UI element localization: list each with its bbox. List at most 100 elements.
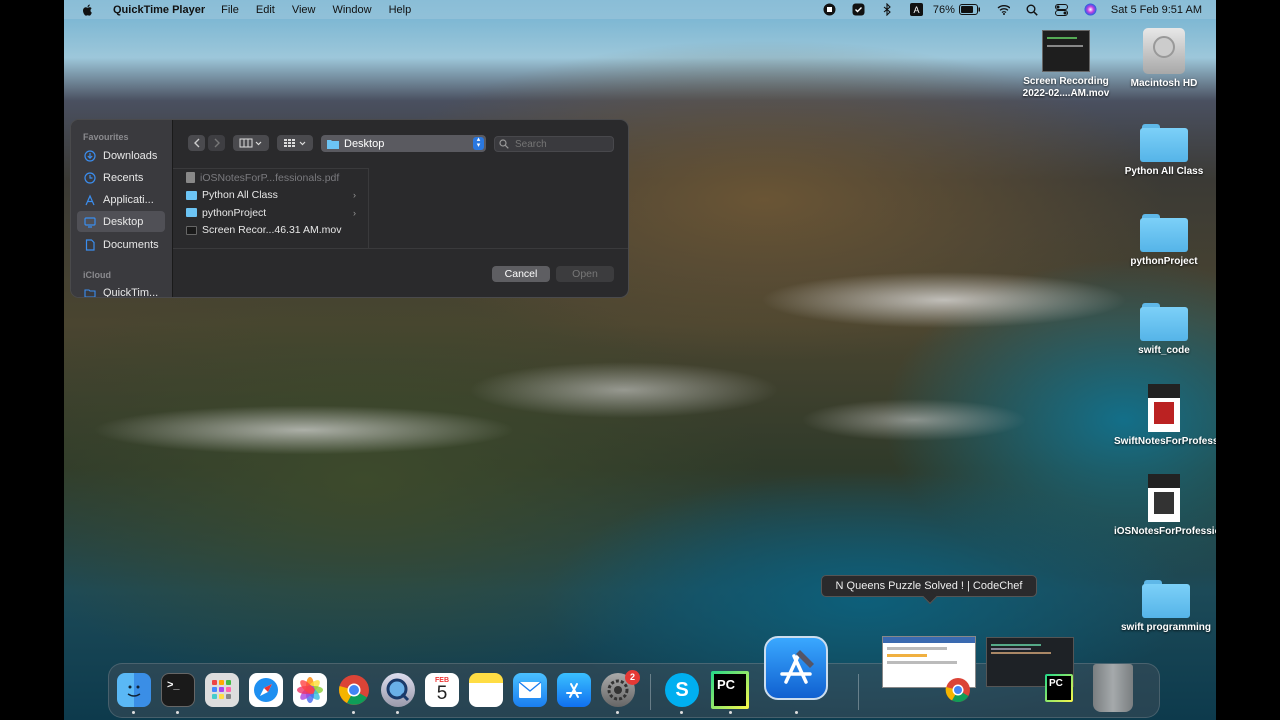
- terminal-icon[interactable]: >_: [161, 673, 195, 707]
- pycharm-icon[interactable]: PC: [711, 671, 749, 709]
- file-row-ios-notes[interactable]: iOSNotesForP...fessionals.pdf: [173, 169, 368, 187]
- checkmark-shield-icon[interactable]: [852, 3, 865, 16]
- chevron-updown-icon: ▴ ▾: [473, 136, 484, 150]
- control-center-icon[interactable]: [1054, 3, 1068, 16]
- finder-icon[interactable]: [117, 673, 151, 707]
- open-file-dialog: Favourites Downloads Recents Applicati..…: [70, 119, 629, 298]
- desktop-icon-macintosh-hd[interactable]: Macintosh HD: [1114, 28, 1214, 90]
- mail-icon[interactable]: [513, 673, 547, 707]
- sidebar-item-quicktime[interactable]: QuickTim...: [77, 282, 165, 297]
- file-name: iOSNotesForP...fessionals.pdf: [200, 171, 340, 184]
- chevron-right-icon: ›: [353, 207, 356, 218]
- dock: >_ FEB 5 2 S PC PC: [108, 636, 1160, 718]
- sidebar-item-applications[interactable]: Applicati...: [77, 189, 165, 210]
- grid-icon: [284, 139, 306, 147]
- sidebar-item-documents[interactable]: Documents: [77, 234, 165, 255]
- siri-icon[interactable]: [1084, 3, 1097, 16]
- bluetooth-icon[interactable]: [881, 3, 894, 16]
- file-row-screen-recording[interactable]: Screen Recor...46.31 AM.mov: [173, 222, 368, 240]
- applications-icon: [85, 194, 95, 205]
- desktop-icon-swift-programming[interactable]: swift programming: [1116, 580, 1216, 634]
- view-mode-button[interactable]: [233, 135, 269, 151]
- input-source-icon[interactable]: A: [909, 3, 923, 16]
- search-icon[interactable]: [1026, 3, 1039, 16]
- folder-icon: [1140, 124, 1188, 162]
- desktop-icon-label: Macintosh HD: [1130, 78, 1198, 89]
- clock-icon: [84, 171, 96, 184]
- back-button[interactable]: [188, 135, 205, 151]
- desktop-icon-swift-code[interactable]: swift_code: [1114, 303, 1214, 357]
- desktop-icon-python-project[interactable]: pythonProject: [1114, 214, 1214, 268]
- file-name: Python All Class: [202, 189, 278, 202]
- file-list: iOSNotesForP...fessionals.pdf Python All…: [173, 168, 369, 248]
- desktop-icon-swift-notes-pdf[interactable]: SwiftNotesForProfessionals.pdf: [1114, 384, 1216, 448]
- cancel-button[interactable]: Cancel: [492, 266, 550, 282]
- sidebar-item-label: Documents: [103, 238, 159, 251]
- desktop: QuickTime Player File Edit View Window H…: [64, 0, 1216, 720]
- battery-percent: 76%: [932, 3, 955, 16]
- search-input[interactable]: [515, 138, 610, 150]
- pdf-icon: [1148, 384, 1180, 432]
- pycharm-window-badge-icon: PC: [1045, 674, 1073, 702]
- location-label: Desktop: [344, 137, 385, 150]
- desktop-icon-python-all-class[interactable]: Python All Class: [1114, 124, 1214, 178]
- desktop-icon-label: iOSNotesForProfessionals.pdf: [1114, 526, 1216, 537]
- file-row-python-all-class[interactable]: Python All Class ›: [173, 187, 368, 205]
- skype-icon[interactable]: S: [665, 673, 699, 707]
- stop-recording-icon[interactable]: [823, 3, 836, 16]
- pdf-icon: [186, 172, 195, 184]
- sidebar-item-label: Applicati...: [103, 193, 154, 206]
- launchpad-icon[interactable]: [205, 673, 239, 707]
- file-name: pythonProject: [202, 206, 267, 219]
- calendar-day: 5: [436, 683, 448, 704]
- menu-file[interactable]: File: [221, 4, 239, 16]
- app-name-menu[interactable]: QuickTime Player: [113, 4, 205, 16]
- trash-icon[interactable]: [1093, 664, 1133, 712]
- chrome-icon[interactable]: [337, 673, 371, 707]
- system-preferences-icon[interactable]: 2: [601, 670, 640, 707]
- menu-edit[interactable]: Edit: [256, 4, 275, 16]
- forward-button[interactable]: [208, 135, 225, 151]
- hard-drive-icon: [1143, 28, 1185, 74]
- search-field[interactable]: [494, 136, 614, 152]
- safari-icon[interactable]: [249, 673, 283, 707]
- menu-window[interactable]: Window: [332, 4, 371, 16]
- sidebar-item-recents[interactable]: Recents: [77, 167, 165, 188]
- apple-icon[interactable]: [81, 3, 95, 17]
- folder-icon: [1140, 214, 1188, 252]
- desktop-icon-label: swift_code: [1138, 345, 1190, 356]
- sidebar-item-desktop[interactable]: Desktop: [77, 211, 165, 232]
- photos-icon[interactable]: [293, 673, 327, 707]
- desktop-icon-label: Python All Class: [1124, 166, 1204, 177]
- notes-icon[interactable]: [469, 673, 503, 707]
- calendar-icon[interactable]: FEB 5: [425, 673, 459, 707]
- sidebar-item-label: Downloads: [103, 149, 158, 162]
- notification-badge: 2: [625, 670, 640, 685]
- video-thumbnail-icon: [1042, 30, 1090, 72]
- location-select[interactable]: Desktop ▴ ▾: [321, 135, 486, 152]
- quicktime-icon[interactable]: [381, 673, 415, 707]
- dialog-toolbar: Desktop ▴ ▾: [173, 120, 628, 168]
- favourites-heading: Favourites: [83, 132, 129, 142]
- document-icon: [85, 238, 95, 251]
- chevron-left-icon: [193, 138, 199, 148]
- file-row-python-project[interactable]: pythonProject ›: [173, 204, 368, 222]
- sidebar-item-downloads[interactable]: Downloads: [77, 145, 165, 166]
- group-button[interactable]: [277, 135, 313, 151]
- search-icon: [499, 139, 509, 149]
- xcode-icon[interactable]: [764, 636, 828, 700]
- menu-bar-clock[interactable]: Sat 5 Feb 9:51 AM: [1111, 4, 1202, 16]
- chevron-right-icon: [214, 138, 220, 148]
- desktop-icon-screen-recording[interactable]: Screen Recording 2022-02....AM.mov: [1016, 30, 1116, 100]
- file-name: Screen Recor...46.31 AM.mov: [202, 224, 342, 237]
- desktop-icon-label: Screen Recording 2022-02....AM.mov: [1022, 76, 1110, 99]
- menu-view[interactable]: View: [292, 4, 316, 16]
- battery-icon[interactable]: [958, 3, 981, 16]
- folder-icon: [1142, 580, 1190, 618]
- open-button[interactable]: Open: [556, 266, 614, 282]
- desktop-icon-ios-notes-pdf[interactable]: iOSNotesForProfessionals.pdf: [1114, 474, 1216, 538]
- menu-help[interactable]: Help: [389, 4, 412, 16]
- app-store-icon[interactable]: [557, 673, 591, 707]
- wifi-icon[interactable]: [997, 3, 1010, 16]
- video-file-icon: [186, 225, 197, 235]
